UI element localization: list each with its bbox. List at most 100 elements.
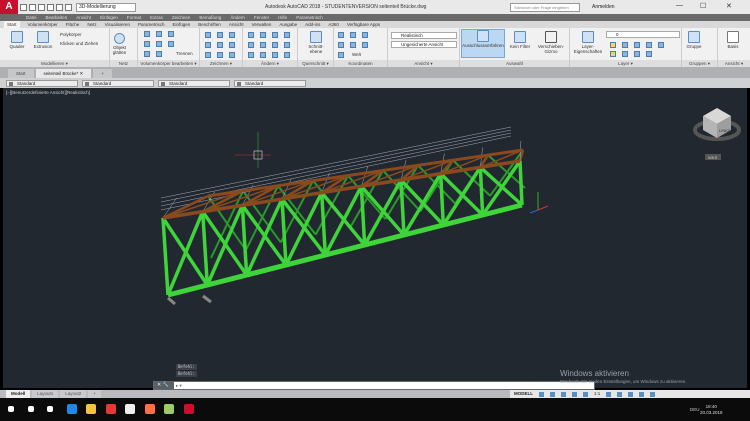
ribbon-tab[interactable]: Start	[4, 21, 20, 28]
ribbon-tab[interactable]: Fläche	[66, 21, 80, 28]
mail-icon[interactable]	[125, 404, 135, 414]
klicken-ziehen-button[interactable]: Klicken und Ziehen	[60, 41, 98, 46]
close-button[interactable]: ✕	[726, 2, 732, 10]
ribbon-tab[interactable]: Verwalten	[252, 21, 272, 28]
menu-item[interactable]: Bemaßung	[199, 14, 221, 21]
style-select[interactable]: Standard	[82, 79, 154, 87]
maximize-button[interactable]: ☐	[700, 2, 706, 10]
menu-item[interactable]: Datei	[26, 14, 37, 21]
new-icon[interactable]	[20, 3, 27, 11]
command-input[interactable]: ▸ ▾	[176, 383, 182, 389]
workspace-select[interactable]: 3D-Modellierung	[76, 2, 136, 12]
layout-tab[interactable]: Layout1	[32, 390, 59, 398]
plus-icon[interactable]	[617, 391, 623, 397]
chrome-icon[interactable]	[105, 404, 116, 414]
ribbon-tab[interactable]: Verfügbare Apps	[347, 21, 380, 28]
ribbon-tab[interactable]: Volumenkörper	[28, 21, 58, 28]
ribbon-tab[interactable]: Visualisieren	[105, 21, 130, 28]
save-as-icon[interactable]	[47, 3, 54, 11]
file-explorer-icon[interactable]	[86, 404, 96, 414]
layer-select[interactable]: 0	[606, 31, 680, 38]
menu-item[interactable]: Ändern	[230, 14, 245, 21]
menu-item[interactable]: Extras	[150, 14, 163, 21]
windows-start-icon[interactable]	[8, 406, 14, 412]
model-space-toggle[interactable]: MODELL	[514, 390, 533, 398]
quader-button[interactable]: Quader	[6, 31, 28, 49]
base-view-icon	[727, 31, 739, 43]
menu-item[interactable]: Parametrisch	[296, 14, 323, 21]
menu-item[interactable]: Einfügen	[100, 14, 118, 21]
file-tab[interactable]: +	[93, 69, 112, 78]
layout-tab[interactable]: Modell	[6, 390, 31, 398]
print-icon[interactable]	[56, 3, 63, 11]
polykoerper-button[interactable]: Polykörper	[60, 32, 82, 37]
menu-item[interactable]: Hilfe	[278, 14, 287, 21]
autocad-logo-button[interactable]: A	[0, 0, 18, 14]
file-tab[interactable]: seitenteil Brücke* ✕	[35, 69, 92, 78]
gizmo-button[interactable]: Verschieben-Gizmo	[536, 31, 566, 54]
save-icon[interactable]	[38, 3, 45, 11]
ribbon-tab[interactable]: Ausgabe	[279, 21, 297, 28]
autocad-icon[interactable]	[183, 404, 194, 414]
minimize-button[interactable]: —	[676, 2, 683, 9]
ribbon-tab[interactable]: Einfügen	[173, 21, 191, 28]
menu-item[interactable]: Bearbeiten	[46, 14, 68, 21]
isolate-icon[interactable]	[628, 391, 634, 397]
kein-filter-button[interactable]: Kein Filter	[508, 31, 532, 49]
gear-icon[interactable]	[606, 391, 612, 397]
polar-icon[interactable]	[572, 391, 577, 397]
ribbon: Quader Extrusion Polykörper Klicken und …	[0, 28, 750, 67]
ausschlussverfahren-button[interactable]: Ausschlussverfahren	[461, 29, 505, 58]
menu-item[interactable]: Ansicht	[76, 14, 91, 21]
task-view-icon[interactable]	[47, 406, 53, 412]
layout-tab[interactable]: +	[88, 390, 101, 398]
menu-item[interactable]: Zeichnen	[172, 14, 191, 21]
schnittebene-button[interactable]: Schnitt-ebene	[304, 31, 328, 54]
clock[interactable]: 18:40 20.03.2018	[700, 404, 723, 416]
style-select[interactable]: Standard	[234, 79, 306, 87]
ribbon-tab[interactable]: Add-ins	[305, 21, 320, 28]
named-view-select[interactable]: Ungesicherte Ansicht	[391, 41, 457, 48]
menu-item[interactable]: Format	[127, 14, 141, 21]
snap-icon[interactable]	[550, 391, 555, 397]
osnap-icon[interactable]	[583, 391, 588, 397]
login-button[interactable]: Anmelden	[592, 4, 615, 10]
layout-tab[interactable]: Layout2	[60, 390, 87, 398]
layer-properties-button[interactable]: Layer-Eigenschaften	[573, 31, 603, 54]
annotation-scale[interactable]: 1:1	[594, 390, 600, 398]
search-icon[interactable]	[27, 406, 34, 412]
label: Layer-Eigenschaften	[573, 44, 603, 54]
open-icon[interactable]	[29, 3, 36, 11]
command-history-line: Befehl:	[176, 371, 197, 377]
viewcube[interactable]: LINKS WKS	[693, 108, 741, 160]
firefox-icon[interactable]	[144, 404, 155, 414]
app-icon[interactable]	[164, 404, 174, 414]
command-line-buttons[interactable]: ✕ 🔧	[154, 382, 174, 389]
edge-icon[interactable]	[66, 404, 77, 414]
style-select[interactable]: Standard	[6, 79, 78, 87]
drawing-viewport[interactable]: [–][Benutzerdefinierte Ansicht][Realisti…	[3, 88, 747, 388]
command-line[interactable]: ✕ 🔧 ▸ ▾	[153, 381, 595, 390]
gruppe-button[interactable]: Gruppe	[685, 31, 703, 49]
extrusion-button[interactable]: Extrusion	[30, 31, 56, 49]
objekt-glaetten-button[interactable]: Objekt glätten	[111, 33, 128, 55]
file-tab[interactable]: Start	[8, 69, 34, 78]
ucs-welt-select[interactable]: Welt	[352, 52, 361, 57]
ribbon-tab[interactable]: Netz	[87, 21, 96, 28]
basis-button[interactable]: Basis	[723, 31, 743, 49]
style-select[interactable]: Standard	[158, 79, 230, 87]
ortho-icon[interactable]	[561, 391, 566, 397]
trennen-button[interactable]: Trennen	[176, 51, 193, 56]
fullscreen-icon[interactable]	[639, 391, 645, 397]
menu-item[interactable]: Fenster	[254, 14, 269, 21]
undo-icon[interactable]	[65, 3, 72, 11]
ribbon-tab[interactable]: Parametrisch	[138, 21, 165, 28]
visual-style-select[interactable]: Realistisch	[391, 32, 457, 39]
grid-icon[interactable]	[539, 391, 544, 397]
search-input[interactable]: Stichwort oder Frage eingeben	[510, 3, 580, 12]
ribbon-tab[interactable]: Ansicht	[229, 21, 244, 28]
menu-icon[interactable]	[650, 391, 656, 397]
language-indicator[interactable]: DEU	[690, 407, 700, 412]
ribbon-tab[interactable]: Beschriften	[198, 21, 221, 28]
ribbon-tab[interactable]: A360	[328, 21, 339, 28]
